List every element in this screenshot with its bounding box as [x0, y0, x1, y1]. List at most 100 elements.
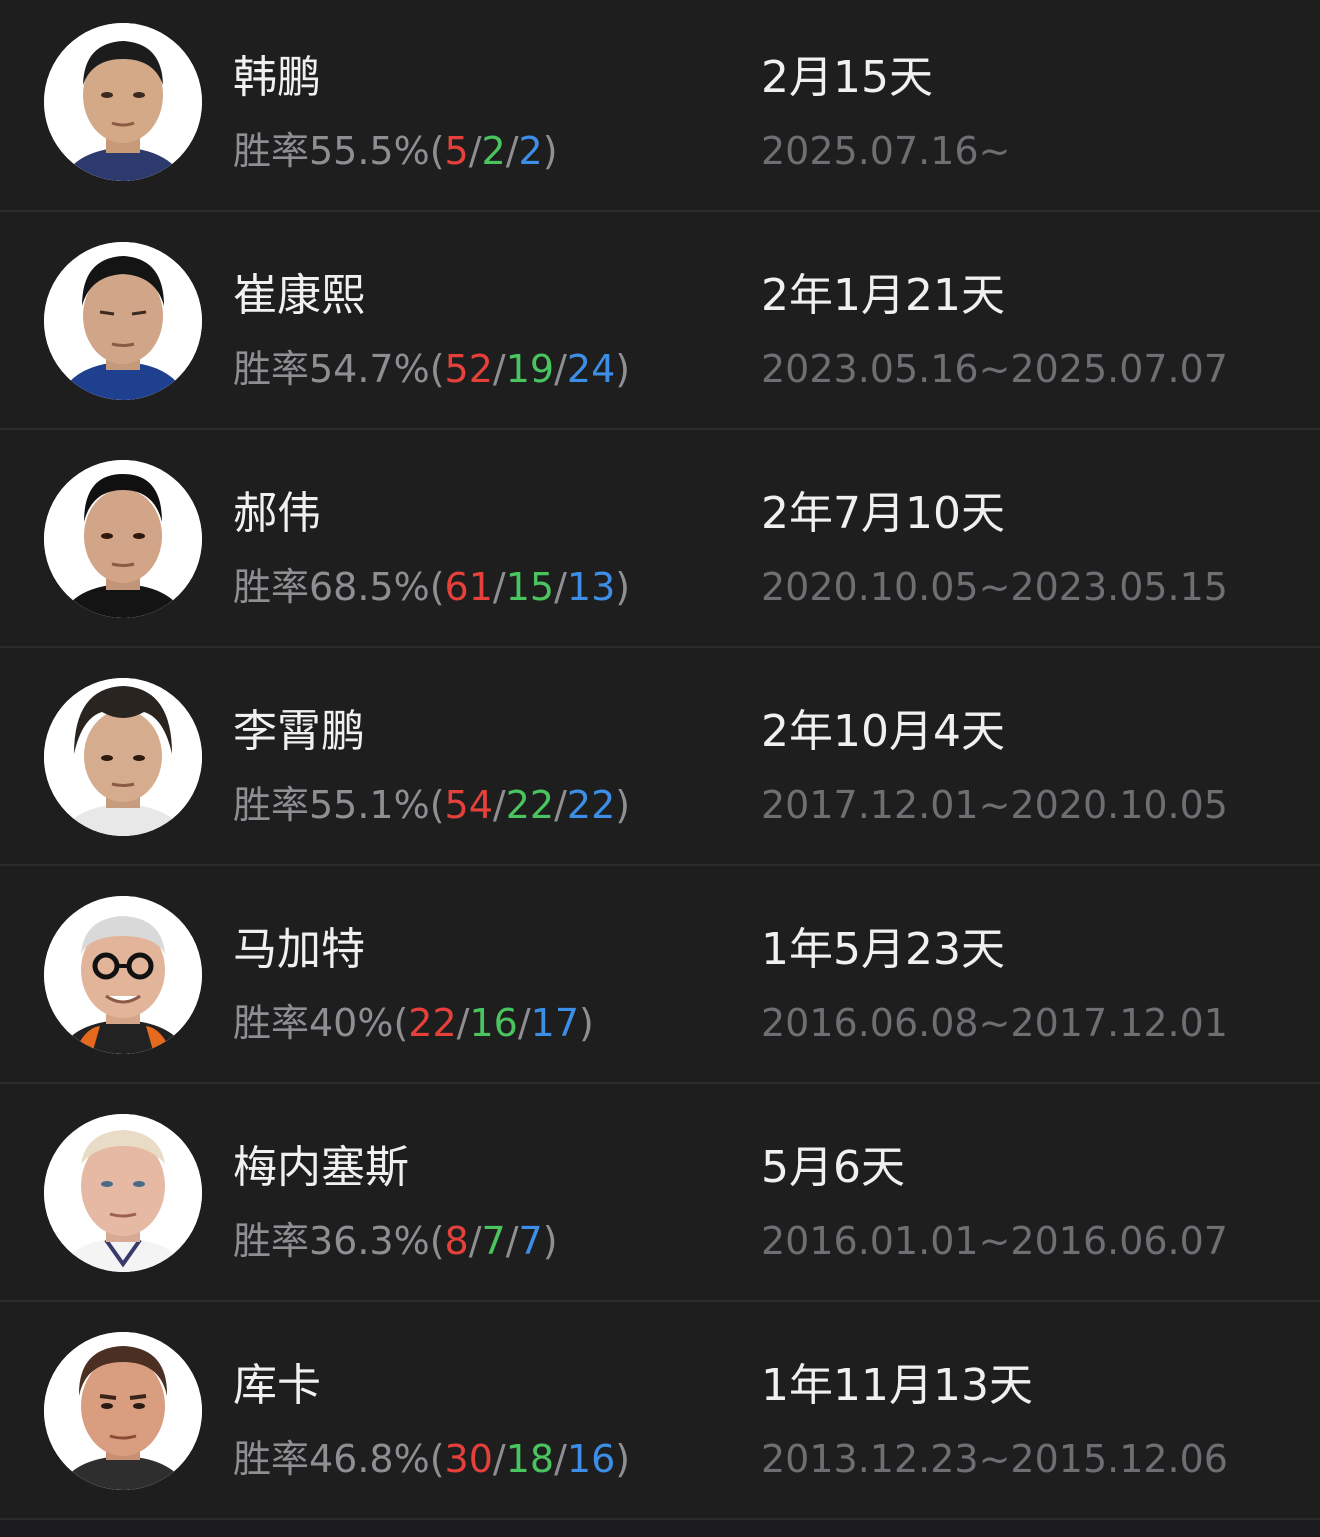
win-rate-record: 胜率68.5%(61/15/13) [233, 564, 630, 610]
win-rate-record: 胜率36.3%(8/7/7) [233, 1218, 558, 1264]
win-rate-label: 胜率55.5%( [233, 129, 445, 173]
tenure-duration: 1年11月13天 [761, 1360, 1033, 1411]
coach-avatar [44, 242, 202, 400]
wins-count: 61 [444, 565, 493, 609]
win-rate-label: 胜率54.7%( [233, 347, 445, 391]
coach-row[interactable]: 韩鹏 胜率55.5%(5/2/2) 2月15天 2025.07.16~ [0, 0, 1320, 212]
coach-photo-icon [44, 678, 202, 836]
record-close: ) [615, 783, 631, 827]
tenure-dates: 2016.06.08~2017.12.01 [761, 1001, 1228, 1045]
tenure-dates: 2013.12.23~2015.12.06 [761, 1437, 1228, 1481]
coach-avatar [44, 896, 202, 1054]
record-separator: / [456, 1001, 470, 1045]
coach-name: 马加特 [233, 924, 365, 975]
draws-count: 15 [505, 565, 555, 609]
coach-photo-icon [44, 1114, 202, 1272]
tenure-duration: 2年7月10天 [761, 488, 1005, 539]
record-close: ) [615, 565, 631, 609]
wins-count: 22 [408, 1001, 457, 1045]
coach-avatar [44, 678, 202, 836]
tenure-duration: 2年1月21天 [761, 270, 1005, 321]
record-separator: / [554, 347, 567, 391]
record-separator: / [492, 347, 506, 391]
win-rate-record: 胜率54.7%(52/19/24) [233, 346, 630, 392]
win-rate-label: 胜率46.8%( [233, 1437, 445, 1481]
tenure-dates: 2025.07.16~ [761, 129, 1011, 173]
record-close: ) [579, 1001, 594, 1045]
coach-row[interactable]: 库卡 胜率46.8%(30/18/16) 1年11月13天 2013.12.23… [0, 1302, 1320, 1520]
coach-row[interactable]: 郝伟 胜率68.5%(61/15/13) 2年7月10天 2020.10.05~… [0, 430, 1320, 648]
wins-count: 54 [444, 783, 493, 827]
coach-photo-icon [44, 242, 202, 400]
win-rate-label: 胜率55.1%( [233, 783, 445, 827]
coach-row[interactable]: 马加特 胜率40%(22/16/17) 1年5月23天 2016.06.08~2… [0, 866, 1320, 1084]
losses-count: 2 [518, 129, 543, 173]
record-separator: / [492, 783, 506, 827]
coach-name: 崔康熙 [233, 270, 365, 321]
tenure-dates: 2020.10.05~2023.05.15 [761, 565, 1228, 609]
record-close: ) [542, 1219, 558, 1263]
tenure-duration: 1年5月23天 [761, 924, 1005, 975]
losses-count: 22 [566, 783, 616, 827]
win-rate-record: 胜率55.1%(54/22/22) [233, 782, 630, 828]
losses-count: 7 [518, 1219, 543, 1263]
wins-count: 30 [444, 1437, 493, 1481]
tenure-duration: 5月6天 [761, 1142, 905, 1193]
record-separator: / [554, 1437, 567, 1481]
record-separator: / [468, 1219, 482, 1263]
losses-count: 16 [566, 1437, 616, 1481]
record-separator: / [517, 1001, 531, 1045]
wins-count: 8 [444, 1219, 469, 1263]
record-close: ) [542, 129, 558, 173]
coach-avatar [44, 1114, 202, 1272]
coach-avatar [44, 460, 202, 618]
record-close: ) [615, 1437, 631, 1481]
tenure-duration: 2年10月4天 [761, 706, 1005, 757]
win-rate-record: 胜率40%(22/16/17) [233, 1000, 594, 1046]
draws-count: 16 [469, 1001, 518, 1045]
record-separator: / [492, 565, 506, 609]
win-rate-record: 胜率55.5%(5/2/2) [233, 128, 558, 174]
losses-count: 17 [530, 1001, 579, 1045]
draws-count: 22 [505, 783, 555, 827]
tenure-duration: 2月15天 [761, 52, 933, 103]
coach-photo-icon [44, 460, 202, 618]
draws-count: 18 [505, 1437, 555, 1481]
coach-name: 库卡 [233, 1360, 321, 1411]
record-separator: / [554, 565, 567, 609]
record-separator: / [505, 129, 519, 173]
tenure-dates: 2023.05.16~2025.07.07 [761, 347, 1228, 391]
losses-count: 24 [566, 347, 616, 391]
draws-count: 2 [481, 129, 506, 173]
coach-photo-icon [44, 23, 202, 181]
win-rate-label: 胜率68.5%( [233, 565, 445, 609]
coach-avatar [44, 1332, 202, 1490]
coach-name: 李霄鹏 [233, 706, 365, 757]
record-separator: / [492, 1437, 506, 1481]
coach-name: 梅内塞斯 [233, 1142, 409, 1193]
coach-photo-icon [44, 896, 202, 1054]
win-rate-label: 胜率40%( [233, 1001, 409, 1045]
record-separator: / [554, 783, 567, 827]
draws-count: 7 [481, 1219, 506, 1263]
wins-count: 52 [444, 347, 493, 391]
coach-name: 韩鹏 [233, 52, 321, 103]
coach-row[interactable]: 梅内塞斯 胜率36.3%(8/7/7) 5月6天 2016.01.01~2016… [0, 1084, 1320, 1302]
losses-count: 13 [566, 565, 616, 609]
draws-count: 19 [505, 347, 555, 391]
record-separator: / [468, 129, 482, 173]
coach-row[interactable]: 李霄鹏 胜率55.1%(54/22/22) 2年10月4天 2017.12.01… [0, 648, 1320, 866]
win-rate-label: 胜率36.3%( [233, 1219, 445, 1263]
tenure-dates: 2017.12.01~2020.10.05 [761, 783, 1228, 827]
wins-count: 5 [444, 129, 469, 173]
coach-name: 郝伟 [233, 488, 321, 539]
coach-list: 韩鹏 胜率55.5%(5/2/2) 2月15天 2025.07.16~ 崔康熙 … [0, 0, 1320, 1520]
tenure-dates: 2016.01.01~2016.06.07 [761, 1219, 1228, 1263]
record-separator: / [505, 1219, 519, 1263]
list-bottom-edge [0, 1522, 1320, 1537]
coach-row[interactable]: 崔康熙 胜率54.7%(52/19/24) 2年1月21天 2023.05.16… [0, 212, 1320, 430]
win-rate-record: 胜率46.8%(30/18/16) [233, 1436, 630, 1482]
coach-photo-icon [44, 1332, 202, 1490]
record-close: ) [615, 347, 631, 391]
coach-avatar [44, 23, 202, 181]
